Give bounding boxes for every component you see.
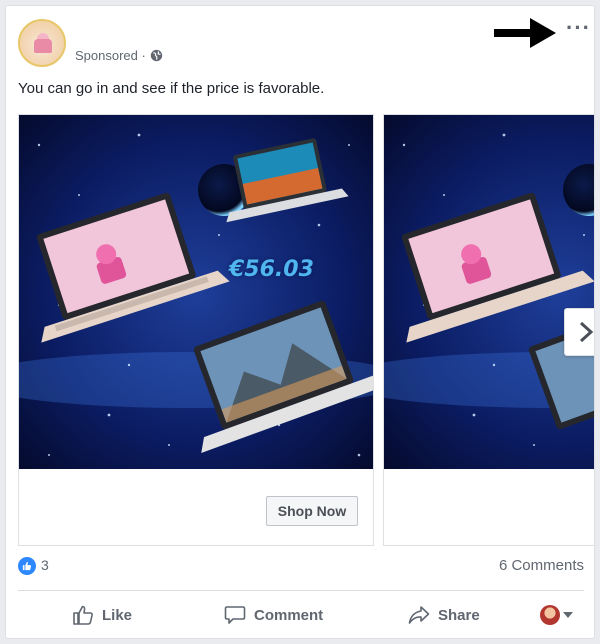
like-button[interactable]: Like (72, 598, 132, 632)
share-icon (408, 606, 430, 624)
comment-label: Comment (254, 606, 324, 624)
carousel-card[interactable]: €56.03 Shop Now (18, 114, 374, 546)
thumbs-up-icon (73, 605, 93, 625)
chevron-right-icon (579, 321, 594, 343)
reaction-identity-selector[interactable] (540, 598, 573, 632)
space-laptops-image (19, 115, 373, 469)
like-label: Like (102, 606, 133, 624)
post-text: You can go in and see if the price is fa… (18, 80, 325, 97)
action-bar: Like Comment Share (18, 598, 584, 632)
share-label: Share (438, 606, 480, 624)
thumbs-up-icon (22, 561, 32, 571)
sponsored-row: Sponsored · (75, 48, 163, 63)
chevron-down-icon (563, 612, 573, 618)
space-laptops-image (384, 115, 594, 469)
page-avatar[interactable] (18, 19, 66, 67)
like-reaction-icon[interactable] (18, 557, 36, 575)
product-image[interactable] (384, 115, 594, 469)
comment-button[interactable]: Comment (224, 598, 323, 632)
more-options-icon[interactable]: ··· (566, 17, 591, 39)
user-avatar (540, 605, 560, 625)
shop-now-button[interactable]: Shop Now (266, 496, 358, 526)
arrow-right-icon (494, 18, 556, 48)
share-button[interactable]: Share (408, 598, 480, 632)
divider (18, 590, 584, 591)
comments-count[interactable]: 6 Comments (499, 557, 584, 574)
carousel-next-button[interactable] (564, 308, 594, 356)
like-count[interactable]: 3 (41, 557, 49, 573)
carousel: €56.03 Shop Now (18, 114, 594, 546)
price-label: €56.03 (229, 257, 314, 282)
globe-icon (150, 49, 163, 62)
cake-shape (34, 39, 52, 53)
comment-icon (224, 606, 246, 624)
product-image[interactable]: €56.03 (19, 115, 373, 469)
sponsored-label[interactable]: Sponsored · (75, 48, 146, 63)
reaction-stats: 3 6 Comments (18, 556, 584, 578)
sponsored-post: Sponsored · ··· You can go in and see if… (5, 5, 595, 639)
